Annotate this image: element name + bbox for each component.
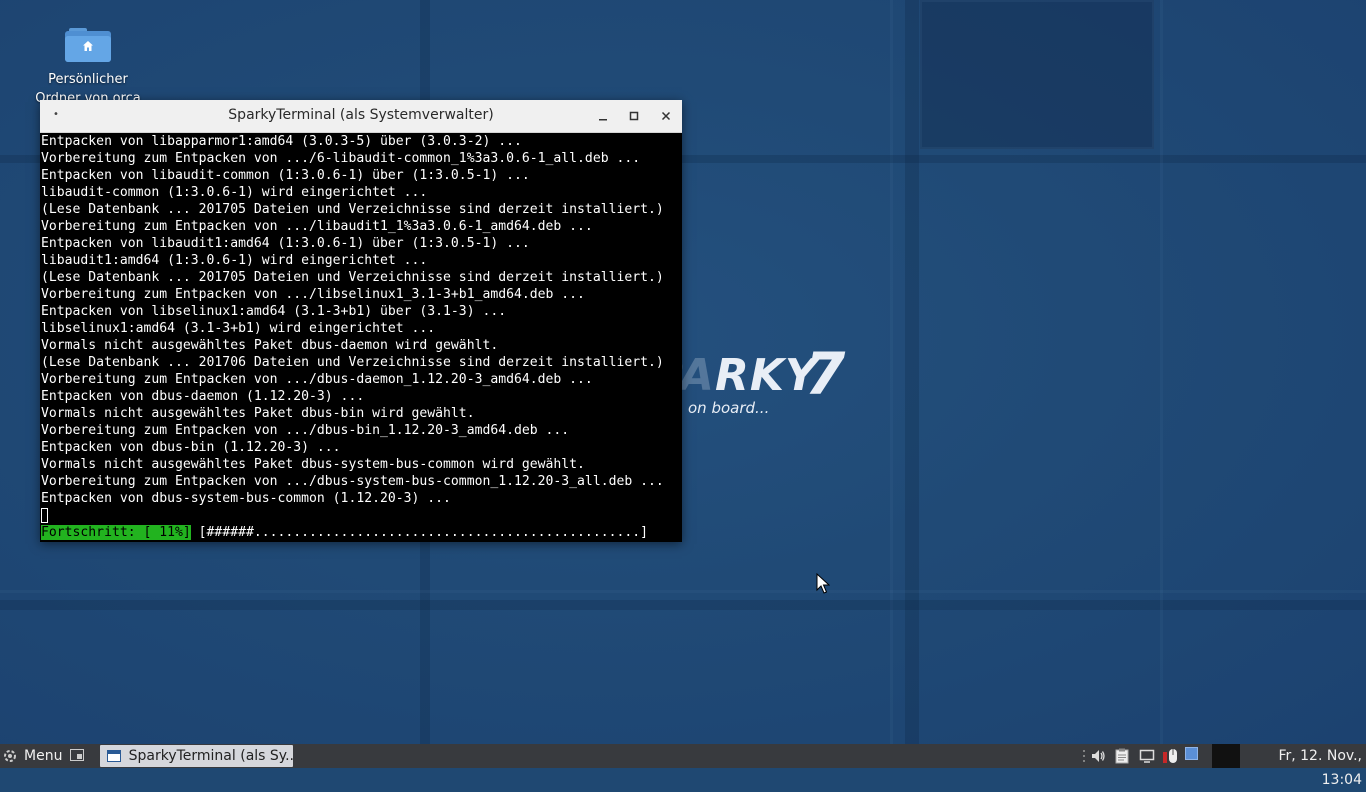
background-line bbox=[905, 0, 919, 744]
terminal-line: Vorbereitung zum Entpacken von .../libse… bbox=[41, 287, 585, 302]
close-icon bbox=[661, 111, 671, 121]
terminal-line: (Lese Datenbank ... 201705 Dateien und V… bbox=[41, 270, 664, 285]
taskbar-item-label: SparkyTerminal (als Sy... bbox=[128, 748, 293, 764]
terminal-line: Vorbereitung zum Entpacken von .../libau… bbox=[41, 219, 593, 234]
terminal-line: Vorbereitung zum Entpacken von .../dbus-… bbox=[41, 423, 570, 438]
home-folder-desktop-icon[interactable]: Persönlicher Ordner von orca bbox=[32, 24, 144, 108]
terminal-line: (Lese Datenbank ... 201705 Dateien und V… bbox=[41, 202, 664, 217]
terminal-line: Entpacken von dbus-system-bus-common (1.… bbox=[41, 491, 451, 506]
background-line bbox=[1160, 0, 1163, 744]
terminal-lines: Entpacken von libapparmor1:amd64 (3.0.3-… bbox=[40, 133, 682, 507]
text-cursor bbox=[41, 508, 48, 523]
terminal-titlebar[interactable]: • SparkyTerminal (als Systemverwalter) bbox=[40, 100, 682, 133]
workspace-1-button[interactable] bbox=[1185, 747, 1198, 760]
taskbar: Menu SparkyTerminal (als Sy... Fr, 12. N… bbox=[0, 744, 1366, 788]
folder-home-icon bbox=[65, 26, 111, 62]
menu-button[interactable]: Menu bbox=[2, 744, 62, 768]
terminal-line: Vormals nicht ausgewähltes Paket dbus-sy… bbox=[41, 457, 585, 472]
terminal-line: Entpacken von dbus-daemon (1.12.20-3) ..… bbox=[41, 389, 365, 404]
close-button[interactable] bbox=[656, 106, 676, 126]
menu-label: Menu bbox=[24, 748, 63, 764]
terminal-title: SparkyTerminal (als Systemverwalter) bbox=[228, 107, 494, 123]
terminal-line: Vormals nicht ausgewähltes Paket dbus-da… bbox=[41, 338, 499, 353]
progress-bar: [######.................................… bbox=[190, 525, 649, 540]
terminal-line: libaudit1:amd64 (1:3.0.6-1) wird eingeri… bbox=[41, 253, 428, 268]
progress-label: Fortschritt: [ 11%] bbox=[41, 525, 191, 540]
minimize-button[interactable] bbox=[593, 106, 613, 126]
terminal-window[interactable]: • SparkyTerminal (als Systemverwalter) E… bbox=[40, 100, 682, 542]
sparky-logo-version: 7 bbox=[805, 340, 846, 408]
terminal-line: Vorbereitung zum Entpacken von .../6-lib… bbox=[41, 151, 641, 166]
show-desktop-icon[interactable] bbox=[70, 749, 84, 761]
terminal-line: Vorbereitung zum Entpacken von .../dbus-… bbox=[41, 372, 593, 387]
terminal-prompt-line bbox=[40, 507, 682, 524]
tray-handle[interactable] bbox=[1082, 748, 1086, 764]
minimize-icon bbox=[599, 119, 607, 121]
maximize-icon bbox=[629, 111, 639, 121]
terminal-line: Entpacken von libaudit-common (1:3.0.6-1… bbox=[41, 168, 530, 183]
mouse-icon[interactable] bbox=[1160, 748, 1184, 764]
terminal-line: libselinux1:amd64 (3.1-3+b1) wird einger… bbox=[41, 321, 436, 336]
terminal-line: Entpacken von libapparmor1:amd64 (3.0.3-… bbox=[41, 134, 522, 149]
terminal-output[interactable]: Entpacken von libapparmor1:amd64 (3.0.3-… bbox=[40, 133, 682, 542]
terminal-line: Entpacken von libselinux1:amd64 (3.1-3+b… bbox=[41, 304, 507, 319]
terminal-line: Vorbereitung zum Entpacken von .../dbus-… bbox=[41, 474, 664, 489]
volume-icon[interactable] bbox=[1090, 748, 1106, 764]
clock[interactable]: Fr, 12. Nov., 13:04 bbox=[1240, 744, 1366, 788]
taskbar-item-terminal[interactable]: SparkyTerminal (als Sy... bbox=[100, 745, 293, 767]
workspace-2-button[interactable] bbox=[1212, 744, 1240, 768]
sparky-logo-tagline: on board... bbox=[688, 399, 770, 417]
terminal-icon bbox=[107, 750, 121, 762]
terminal-line: Entpacken von libaudit1:amd64 (1:3.0.6-1… bbox=[41, 236, 530, 251]
display-icon[interactable] bbox=[1139, 748, 1155, 764]
menu-icon bbox=[4, 750, 16, 762]
background-window-shape bbox=[920, 0, 1154, 149]
maximize-button[interactable] bbox=[624, 106, 644, 126]
terminal-line: Vormals nicht ausgewähltes Paket dbus-bi… bbox=[41, 406, 475, 421]
progress-line: Fortschritt: [ 11%] [######.............… bbox=[40, 524, 682, 541]
terminal-line: (Lese Datenbank ... 201706 Dateien und V… bbox=[41, 355, 664, 370]
desktop: Persönlicher Ordner von orca SPARKY 7 on… bbox=[0, 0, 1366, 744]
terminal-line: libaudit-common (1:3.0.6-1) wird eingeri… bbox=[41, 185, 428, 200]
clipboard-icon[interactable] bbox=[1114, 748, 1130, 764]
background-line bbox=[890, 0, 893, 744]
terminal-line: Entpacken von dbus-bin (1.12.20-3) ... bbox=[41, 440, 341, 455]
mouse-pointer-icon bbox=[816, 573, 830, 594]
